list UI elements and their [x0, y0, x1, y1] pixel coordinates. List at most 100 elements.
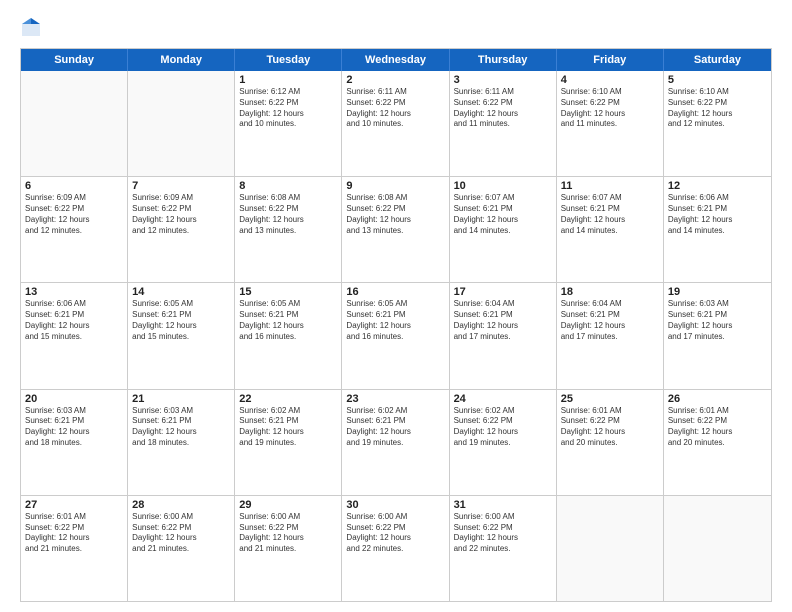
cell-daylight-info: Sunrise: 6:00 AM Sunset: 6:22 PM Dayligh…: [346, 512, 444, 555]
calendar-cell: 20Sunrise: 6:03 AM Sunset: 6:21 PM Dayli…: [21, 390, 128, 495]
calendar-cell: 4Sunrise: 6:10 AM Sunset: 6:22 PM Daylig…: [557, 71, 664, 176]
cell-daylight-info: Sunrise: 6:08 AM Sunset: 6:22 PM Dayligh…: [346, 193, 444, 236]
calendar-cell: 23Sunrise: 6:02 AM Sunset: 6:21 PM Dayli…: [342, 390, 449, 495]
cell-daylight-info: Sunrise: 6:03 AM Sunset: 6:21 PM Dayligh…: [132, 406, 230, 449]
day-number: 24: [454, 393, 552, 405]
day-number: 27: [25, 499, 123, 511]
day-number: 9: [346, 180, 444, 192]
cell-daylight-info: Sunrise: 6:11 AM Sunset: 6:22 PM Dayligh…: [346, 87, 444, 130]
day-number: 1: [239, 74, 337, 86]
day-number: 12: [668, 180, 767, 192]
calendar-cell: 19Sunrise: 6:03 AM Sunset: 6:21 PM Dayli…: [664, 283, 771, 388]
header: [20, 16, 772, 38]
calendar-cell: [128, 71, 235, 176]
day-number: 4: [561, 74, 659, 86]
day-header-saturday: Saturday: [664, 49, 771, 71]
cell-daylight-info: Sunrise: 6:12 AM Sunset: 6:22 PM Dayligh…: [239, 87, 337, 130]
calendar-cell: 24Sunrise: 6:02 AM Sunset: 6:22 PM Dayli…: [450, 390, 557, 495]
calendar-week-3: 13Sunrise: 6:06 AM Sunset: 6:21 PM Dayli…: [21, 283, 771, 389]
cell-daylight-info: Sunrise: 6:00 AM Sunset: 6:22 PM Dayligh…: [132, 512, 230, 555]
day-number: 30: [346, 499, 444, 511]
calendar-week-1: 1Sunrise: 6:12 AM Sunset: 6:22 PM Daylig…: [21, 71, 771, 177]
calendar-cell: [21, 71, 128, 176]
day-number: 17: [454, 286, 552, 298]
logo: [20, 16, 46, 38]
calendar-cell: 2Sunrise: 6:11 AM Sunset: 6:22 PM Daylig…: [342, 71, 449, 176]
cell-daylight-info: Sunrise: 6:04 AM Sunset: 6:21 PM Dayligh…: [454, 299, 552, 342]
calendar-cell: 7Sunrise: 6:09 AM Sunset: 6:22 PM Daylig…: [128, 177, 235, 282]
day-number: 16: [346, 286, 444, 298]
calendar-cell: 13Sunrise: 6:06 AM Sunset: 6:21 PM Dayli…: [21, 283, 128, 388]
day-number: 29: [239, 499, 337, 511]
calendar-cell: 11Sunrise: 6:07 AM Sunset: 6:21 PM Dayli…: [557, 177, 664, 282]
calendar-cell: [557, 496, 664, 601]
calendar-cell: 16Sunrise: 6:05 AM Sunset: 6:21 PM Dayli…: [342, 283, 449, 388]
cell-daylight-info: Sunrise: 6:11 AM Sunset: 6:22 PM Dayligh…: [454, 87, 552, 130]
day-number: 8: [239, 180, 337, 192]
calendar-cell: 8Sunrise: 6:08 AM Sunset: 6:22 PM Daylig…: [235, 177, 342, 282]
calendar-cell: 3Sunrise: 6:11 AM Sunset: 6:22 PM Daylig…: [450, 71, 557, 176]
cell-daylight-info: Sunrise: 6:08 AM Sunset: 6:22 PM Dayligh…: [239, 193, 337, 236]
day-header-wednesday: Wednesday: [342, 49, 449, 71]
cell-daylight-info: Sunrise: 6:09 AM Sunset: 6:22 PM Dayligh…: [132, 193, 230, 236]
cell-daylight-info: Sunrise: 6:01 AM Sunset: 6:22 PM Dayligh…: [25, 512, 123, 555]
page: SundayMondayTuesdayWednesdayThursdayFrid…: [0, 0, 792, 612]
day-number: 25: [561, 393, 659, 405]
day-number: 3: [454, 74, 552, 86]
calendar-cell: 26Sunrise: 6:01 AM Sunset: 6:22 PM Dayli…: [664, 390, 771, 495]
calendar-cell: 27Sunrise: 6:01 AM Sunset: 6:22 PM Dayli…: [21, 496, 128, 601]
calendar-cell: 31Sunrise: 6:00 AM Sunset: 6:22 PM Dayli…: [450, 496, 557, 601]
day-number: 10: [454, 180, 552, 192]
calendar-cell: 5Sunrise: 6:10 AM Sunset: 6:22 PM Daylig…: [664, 71, 771, 176]
cell-daylight-info: Sunrise: 6:05 AM Sunset: 6:21 PM Dayligh…: [132, 299, 230, 342]
day-number: 11: [561, 180, 659, 192]
cell-daylight-info: Sunrise: 6:01 AM Sunset: 6:22 PM Dayligh…: [668, 406, 767, 449]
cell-daylight-info: Sunrise: 6:02 AM Sunset: 6:21 PM Dayligh…: [346, 406, 444, 449]
cell-daylight-info: Sunrise: 6:03 AM Sunset: 6:21 PM Dayligh…: [668, 299, 767, 342]
day-number: 28: [132, 499, 230, 511]
day-number: 5: [668, 74, 767, 86]
cell-daylight-info: Sunrise: 6:04 AM Sunset: 6:21 PM Dayligh…: [561, 299, 659, 342]
cell-daylight-info: Sunrise: 6:07 AM Sunset: 6:21 PM Dayligh…: [561, 193, 659, 236]
cell-daylight-info: Sunrise: 6:05 AM Sunset: 6:21 PM Dayligh…: [346, 299, 444, 342]
day-number: 18: [561, 286, 659, 298]
cell-daylight-info: Sunrise: 6:01 AM Sunset: 6:22 PM Dayligh…: [561, 406, 659, 449]
calendar-cell: 22Sunrise: 6:02 AM Sunset: 6:21 PM Dayli…: [235, 390, 342, 495]
cell-daylight-info: Sunrise: 6:02 AM Sunset: 6:21 PM Dayligh…: [239, 406, 337, 449]
logo-icon: [20, 16, 42, 38]
cell-daylight-info: Sunrise: 6:00 AM Sunset: 6:22 PM Dayligh…: [239, 512, 337, 555]
calendar-cell: 14Sunrise: 6:05 AM Sunset: 6:21 PM Dayli…: [128, 283, 235, 388]
cell-daylight-info: Sunrise: 6:07 AM Sunset: 6:21 PM Dayligh…: [454, 193, 552, 236]
calendar-cell: 25Sunrise: 6:01 AM Sunset: 6:22 PM Dayli…: [557, 390, 664, 495]
day-number: 26: [668, 393, 767, 405]
calendar-cell: 18Sunrise: 6:04 AM Sunset: 6:21 PM Dayli…: [557, 283, 664, 388]
cell-daylight-info: Sunrise: 6:10 AM Sunset: 6:22 PM Dayligh…: [561, 87, 659, 130]
cell-daylight-info: Sunrise: 6:09 AM Sunset: 6:22 PM Dayligh…: [25, 193, 123, 236]
day-number: 19: [668, 286, 767, 298]
calendar-cell: 1Sunrise: 6:12 AM Sunset: 6:22 PM Daylig…: [235, 71, 342, 176]
calendar-header: SundayMondayTuesdayWednesdayThursdayFrid…: [21, 49, 771, 71]
calendar-cell: 9Sunrise: 6:08 AM Sunset: 6:22 PM Daylig…: [342, 177, 449, 282]
day-number: 14: [132, 286, 230, 298]
calendar: SundayMondayTuesdayWednesdayThursdayFrid…: [20, 48, 772, 602]
cell-daylight-info: Sunrise: 6:02 AM Sunset: 6:22 PM Dayligh…: [454, 406, 552, 449]
cell-daylight-info: Sunrise: 6:06 AM Sunset: 6:21 PM Dayligh…: [25, 299, 123, 342]
day-header-tuesday: Tuesday: [235, 49, 342, 71]
day-header-sunday: Sunday: [21, 49, 128, 71]
calendar-cell: 12Sunrise: 6:06 AM Sunset: 6:21 PM Dayli…: [664, 177, 771, 282]
day-header-monday: Monday: [128, 49, 235, 71]
calendar-cell: [664, 496, 771, 601]
calendar-week-4: 20Sunrise: 6:03 AM Sunset: 6:21 PM Dayli…: [21, 390, 771, 496]
day-number: 15: [239, 286, 337, 298]
calendar-cell: 6Sunrise: 6:09 AM Sunset: 6:22 PM Daylig…: [21, 177, 128, 282]
day-number: 21: [132, 393, 230, 405]
cell-daylight-info: Sunrise: 6:00 AM Sunset: 6:22 PM Dayligh…: [454, 512, 552, 555]
calendar-cell: 28Sunrise: 6:00 AM Sunset: 6:22 PM Dayli…: [128, 496, 235, 601]
cell-daylight-info: Sunrise: 6:06 AM Sunset: 6:21 PM Dayligh…: [668, 193, 767, 236]
calendar-cell: 15Sunrise: 6:05 AM Sunset: 6:21 PM Dayli…: [235, 283, 342, 388]
day-number: 23: [346, 393, 444, 405]
calendar-cell: 29Sunrise: 6:00 AM Sunset: 6:22 PM Dayli…: [235, 496, 342, 601]
day-number: 2: [346, 74, 444, 86]
day-header-thursday: Thursday: [450, 49, 557, 71]
calendar-cell: 21Sunrise: 6:03 AM Sunset: 6:21 PM Dayli…: [128, 390, 235, 495]
